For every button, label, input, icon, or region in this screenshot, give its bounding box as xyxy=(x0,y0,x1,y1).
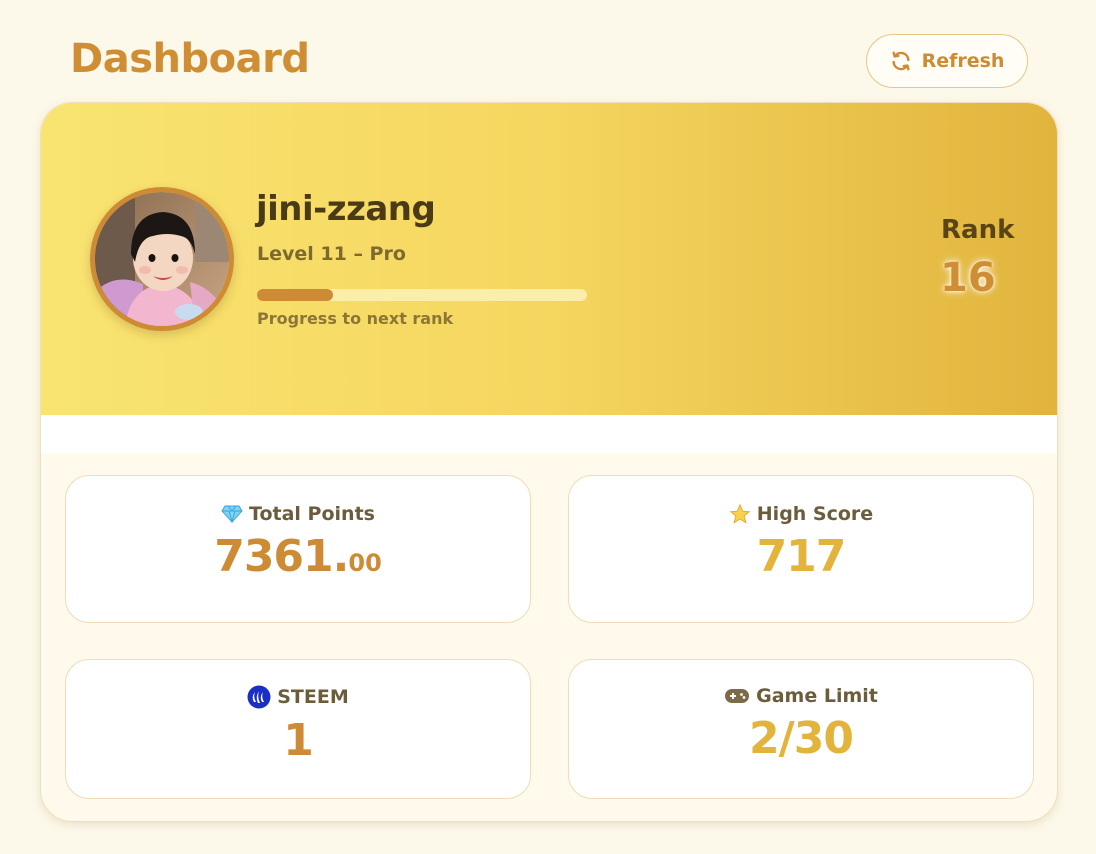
stat-card-game-limit: Game Limit 2/30 xyxy=(568,659,1034,799)
stat-card-total-points: Total Points 7361.00 xyxy=(65,475,531,623)
rank-progress-fill xyxy=(257,289,333,301)
rank-value: 16 xyxy=(940,255,996,301)
star-icon xyxy=(729,503,751,525)
user-level: Level 11 – Pro xyxy=(257,243,406,265)
stat-header: Game Limit xyxy=(569,685,1033,707)
refresh-icon xyxy=(890,50,912,72)
banner-divider xyxy=(41,415,1057,453)
steem-icon xyxy=(247,685,271,709)
stat-value: 7361.00 xyxy=(66,531,530,582)
refresh-button[interactable]: Refresh xyxy=(866,34,1028,88)
refresh-label: Refresh xyxy=(921,50,1005,72)
rank-label: Rank xyxy=(941,215,1015,245)
stat-value: 2/30 xyxy=(749,713,854,764)
progress-label: Progress to next rank xyxy=(257,309,454,328)
stat-value: 1 xyxy=(283,715,314,766)
stat-header: STEEM xyxy=(66,685,530,709)
stat-value-decimal: 00 xyxy=(348,549,382,577)
rank-progress-bar xyxy=(257,289,587,301)
profile-card: jini-zzang Level 11 – Pro Progress to ne… xyxy=(40,102,1058,822)
username: jini-zzang xyxy=(256,189,436,229)
stat-value-int: 7361. xyxy=(214,531,349,582)
stat-label: STEEM xyxy=(277,686,349,708)
page-title: Dashboard xyxy=(70,36,310,82)
stat-value: 717 xyxy=(756,531,847,582)
stat-header: High Score xyxy=(569,503,1033,525)
avatar xyxy=(90,187,234,331)
stat-header: Total Points xyxy=(66,503,530,525)
stat-label: Game Limit xyxy=(756,685,878,707)
stat-label: High Score xyxy=(756,503,874,525)
gem-icon xyxy=(221,505,243,523)
stat-card-high-score: High Score 717 xyxy=(568,475,1034,623)
stat-label: Total Points xyxy=(249,503,375,525)
stat-card-steem: STEEM 1 xyxy=(65,659,531,799)
gamepad-icon xyxy=(724,687,750,705)
